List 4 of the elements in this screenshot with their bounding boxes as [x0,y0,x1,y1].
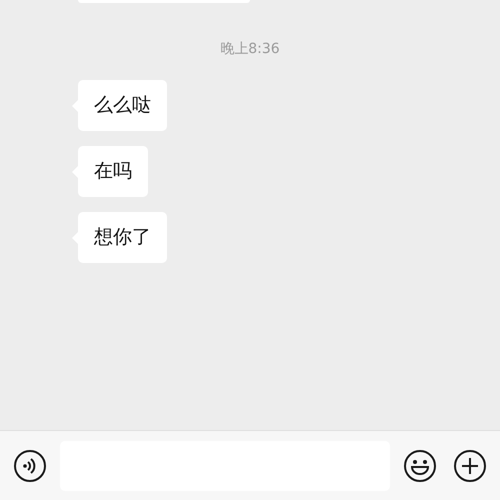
emoji-icon[interactable] [403,448,437,482]
plus-icon[interactable] [453,448,487,482]
voice-icon[interactable] [13,448,47,482]
timestamp: 晚上8:36 [220,40,280,59]
